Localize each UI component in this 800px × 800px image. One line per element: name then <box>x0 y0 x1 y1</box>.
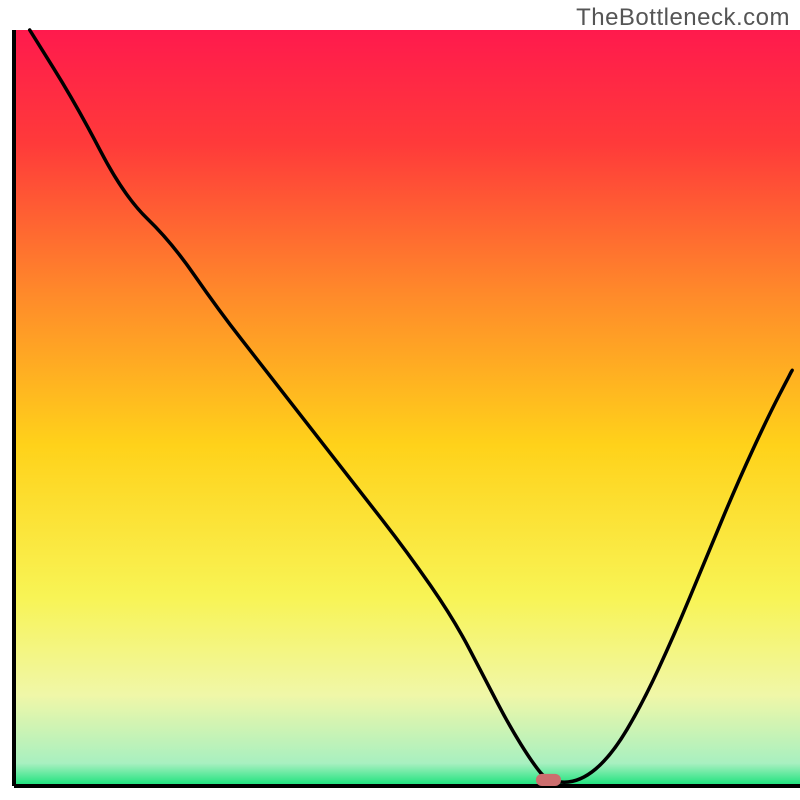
watermark-text: TheBottleneck.com <box>576 4 790 32</box>
chart-frame: TheBottleneck.com <box>0 0 800 800</box>
optimal-point-marker <box>536 774 561 786</box>
chart-background-gradient <box>14 30 800 786</box>
bottleneck-chart <box>0 0 800 800</box>
